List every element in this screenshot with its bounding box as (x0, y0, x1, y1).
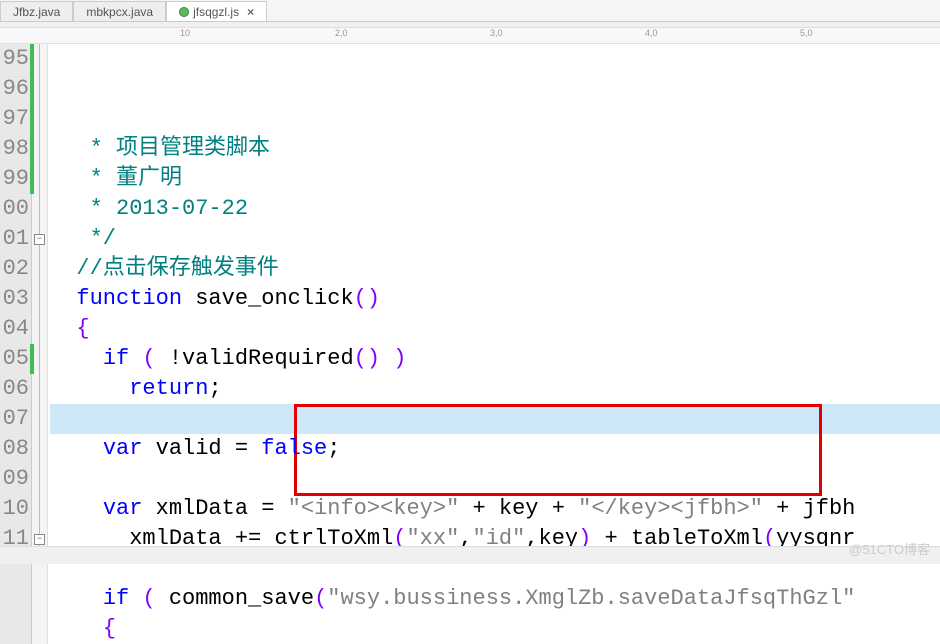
tab-Jfbz-java[interactable]: Jfbz.java (0, 1, 73, 21)
line-number: 06 (0, 374, 29, 404)
change-marker (30, 44, 34, 194)
code-line[interactable]: * 项目管理类脚本 (50, 134, 940, 164)
ruler-mark: 2,0 (335, 28, 348, 38)
change-marker (30, 344, 34, 374)
fold-toggle[interactable]: − (34, 234, 45, 245)
fold-guide (39, 44, 40, 554)
code-line[interactable] (50, 464, 940, 494)
code-line[interactable]: //点击保存触发事件 (50, 254, 940, 284)
code-line[interactable]: var valid = false; (50, 434, 940, 464)
watermark: @51CTO博客 (849, 539, 930, 558)
ruler: 10 2,0 3,0 4,0 5,0 (0, 28, 940, 44)
line-number: 01 (0, 224, 29, 254)
line-number: 07 (0, 404, 29, 434)
file-icon (179, 7, 189, 17)
code-line[interactable]: * 2013-07-22 (50, 194, 940, 224)
line-number: 03 (0, 284, 29, 314)
tab-label: jfsqgzl.js (193, 5, 239, 19)
line-number: 05 (0, 344, 29, 374)
status-bar (0, 546, 940, 564)
ruler-mark: 3,0 (490, 28, 503, 38)
line-number: 08 (0, 434, 29, 464)
code-line[interactable]: { (50, 314, 940, 344)
ruler-mark: 5,0 (800, 28, 813, 38)
code-line[interactable]: var xmlData = "<info><key>" + key + "</k… (50, 494, 940, 524)
line-number: 10 (0, 494, 29, 524)
ruler-mark: 10 (180, 28, 190, 38)
code-line[interactable] (50, 404, 940, 434)
code-line[interactable]: * 董广明 (50, 164, 940, 194)
current-line-highlight (50, 404, 940, 434)
code-line[interactable]: return; (50, 374, 940, 404)
code-line[interactable]: */ (50, 224, 940, 254)
ruler-mark: 4,0 (645, 28, 658, 38)
line-number: 96 (0, 74, 29, 104)
tab-jfsqgzl-js[interactable]: jfsqgzl.js × (166, 1, 267, 21)
code-line[interactable]: { (50, 614, 940, 644)
line-number: 00 (0, 194, 29, 224)
line-number: 97 (0, 104, 29, 134)
code-line[interactable]: if ( !validRequired() ) (50, 344, 940, 374)
line-number: 95 (0, 44, 29, 74)
line-number: 02 (0, 254, 29, 284)
tab-bar: Jfbz.java mbkpcx.java jfsqgzl.js × (0, 0, 940, 22)
tab-mbkpcx-java[interactable]: mbkpcx.java (73, 1, 166, 21)
line-number: 04 (0, 314, 29, 344)
line-number: 09 (0, 464, 29, 494)
tab-label: mbkpcx.java (86, 5, 153, 19)
code-line[interactable]: if ( common_save("wsy.bussiness.XmglZb.s… (50, 584, 940, 614)
line-number: 99 (0, 164, 29, 194)
fold-toggle[interactable]: − (34, 534, 45, 545)
code-line[interactable]: function save_onclick() (50, 284, 940, 314)
tab-label: Jfbz.java (13, 5, 60, 19)
line-number: 98 (0, 134, 29, 164)
close-icon[interactable]: × (247, 5, 254, 19)
